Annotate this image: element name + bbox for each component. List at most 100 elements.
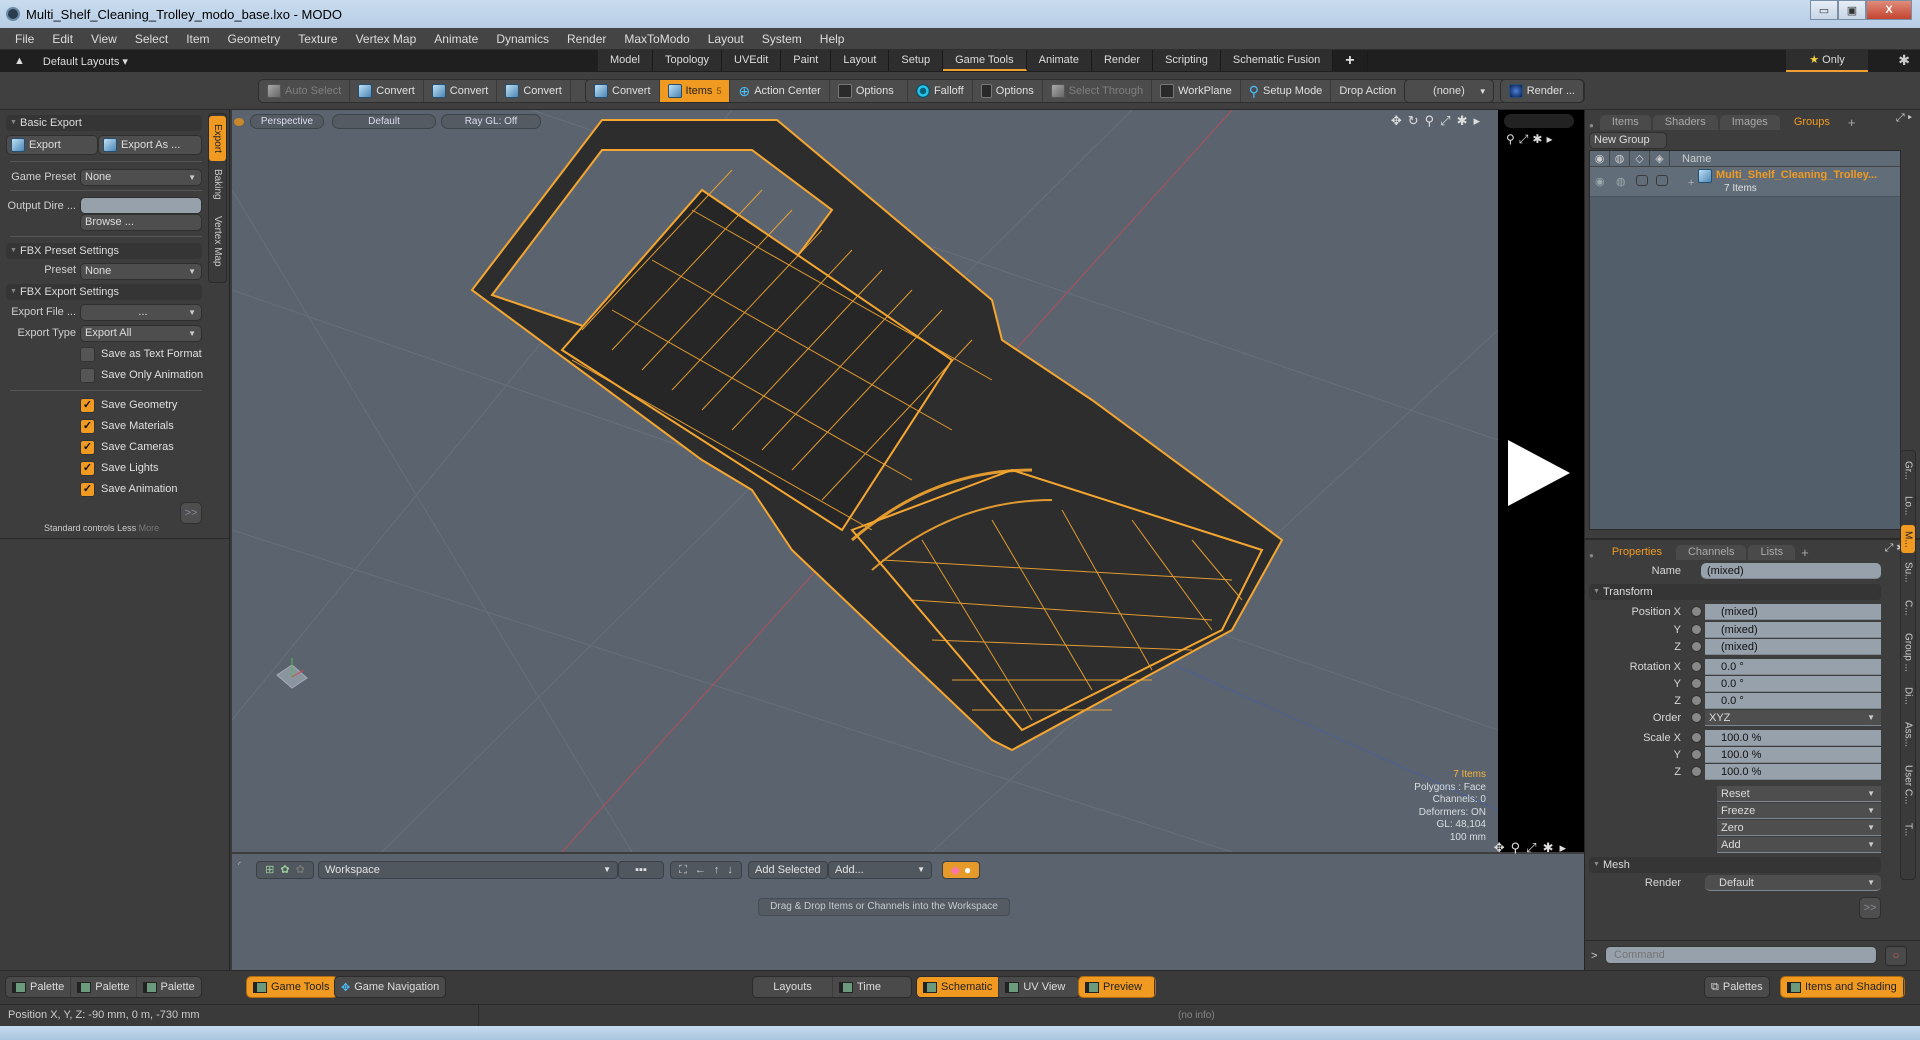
keyframe-dot-icon[interactable] — [1691, 641, 1702, 652]
row-visibility-icon[interactable]: ◉ — [1595, 175, 1605, 188]
browse-button[interactable]: Browse ... — [80, 214, 202, 231]
group-row[interactable]: ◉ ◍ + Multi_Shelf_Cleaning_Trolley... 7 … — [1590, 167, 1900, 197]
name-input[interactable]: (mixed) — [1701, 563, 1881, 579]
layout-up-arrow-icon[interactable]: ▲ — [14, 55, 25, 68]
mesh-section[interactable]: Mesh — [1589, 857, 1881, 873]
tab-uvedit[interactable]: UVEdit — [722, 50, 782, 71]
minimize-button[interactable]: ▭ — [1810, 0, 1838, 20]
add-tab-button[interactable]: + — [1333, 50, 1368, 71]
arrow-left-icon[interactable]: ← — [695, 862, 706, 878]
game-preset-dropdown[interactable]: None ▼ — [80, 169, 202, 186]
setup-mode-button[interactable]: ⚲ Setup Mode — [1241, 80, 1332, 102]
arrow-up-icon[interactable]: ↑ — [714, 862, 720, 878]
menu-system[interactable]: System — [753, 32, 811, 46]
row-select-toggle[interactable] — [1656, 175, 1668, 186]
only-button[interactable]: ★ Only — [1786, 50, 1868, 72]
keyframe-dot-icon[interactable] — [1691, 732, 1702, 743]
action-center-options-button[interactable]: Options — [830, 80, 908, 102]
items-and-shading-button[interactable]: Items and Shading — [1781, 977, 1904, 997]
row-lock-toggle[interactable] — [1636, 175, 1648, 186]
layouts-button[interactable]: Layouts — [753, 977, 833, 997]
basic-export-header[interactable]: Basic Export — [6, 115, 202, 131]
save-materials-checkbox[interactable]: ✓ — [80, 419, 95, 434]
menu-layout[interactable]: Layout — [699, 32, 753, 46]
vtab-group[interactable]: Gr... — [1901, 453, 1915, 487]
tab-channels[interactable]: Channels — [1675, 545, 1747, 560]
record-macro-icon[interactable]: ○ — [1885, 946, 1907, 966]
tab-schematic-fusion[interactable]: Schematic Fusion — [1220, 50, 1334, 71]
workspace-options-icon[interactable]: ◜ — [238, 860, 241, 869]
preview-controls[interactable] — [1504, 114, 1574, 128]
keyframe-dot-icon[interactable] — [1691, 606, 1702, 617]
shading-mode-button[interactable]: Default — [332, 114, 436, 129]
select-icon[interactable]: ◈ — [1650, 151, 1670, 166]
lock-icon[interactable]: ◇ — [1630, 151, 1650, 166]
maximize-view-icon[interactable]: ⤢ — [1440, 113, 1450, 129]
scale-x-field[interactable]: 100.0 % — [1691, 730, 1881, 746]
play-icon[interactable] — [1508, 440, 1570, 506]
preview-settings-icon[interactable]: ✱ — [1532, 132, 1542, 147]
workspace-zoom-icon[interactable]: ⚲ — [1511, 840, 1521, 856]
palette-button-3[interactable]: Palette — [137, 977, 201, 997]
less-link[interactable]: Less — [117, 523, 136, 533]
position-z-field[interactable]: (mixed) — [1691, 639, 1881, 655]
menu-texture[interactable]: Texture — [289, 32, 346, 46]
view-type-button[interactable]: Perspective — [250, 114, 324, 129]
panel-options-icon[interactable]: ● — [1589, 121, 1594, 130]
add-node-dropdown[interactable]: Add... ▼ — [828, 861, 932, 879]
maximize-button[interactable]: ▣ — [1838, 0, 1866, 20]
row-render-icon[interactable]: ◍ — [1616, 175, 1626, 188]
menu-help[interactable]: Help — [811, 32, 854, 46]
move-view-icon[interactable]: ✥ — [1391, 113, 1402, 129]
vtab-t[interactable]: T... — [1901, 815, 1915, 845]
render-button[interactable]: Render ... — [1499, 80, 1584, 102]
save-only-animation-checkbox[interactable] — [80, 368, 95, 383]
keyframe-dot-icon[interactable] — [1691, 766, 1702, 777]
group-name[interactable]: Multi_Shelf_Cleaning_Trolley... — [1716, 169, 1877, 181]
workspace-maximize-icon[interactable]: ⤢ — [1526, 840, 1536, 856]
export-file-dropdown[interactable]: ... ▼ — [80, 304, 202, 321]
rotation-x-field[interactable]: 0.0 ° — [1691, 659, 1881, 675]
save-animation-checkbox[interactable]: ✓ — [80, 482, 95, 497]
rotation-y-field[interactable]: 0.0 ° — [1691, 676, 1881, 692]
fbx-preset-settings-header[interactable]: FBX Preset Settings — [6, 243, 202, 259]
vtab-display[interactable]: Di... — [1901, 679, 1915, 713]
position-y-field[interactable]: (mixed) — [1691, 622, 1881, 638]
drop-action-dropdown[interactable]: (none) ▼ — [1404, 80, 1494, 102]
panel-options-icon[interactable]: ● — [1589, 551, 1594, 560]
3d-viewport[interactable]: Perspective Default Ray GL: Off ✥ ↻ ⚲ ⤢ … — [232, 110, 1498, 852]
tab-game-tools[interactable]: Game Tools — [943, 50, 1027, 71]
workplane-button[interactable]: WorkPlane — [1152, 80, 1241, 102]
workspace-move-icon[interactable]: ✥ — [1494, 840, 1505, 856]
keyframe-dot-icon[interactable] — [1691, 661, 1702, 672]
add-tab-icon[interactable]: + — [1801, 545, 1809, 560]
scale-y-field[interactable]: 100.0 % — [1691, 747, 1881, 763]
vtab-mesh[interactable]: M... — [1901, 525, 1915, 553]
properties-more-button[interactable]: >> — [1859, 897, 1881, 919]
freeze-dropdown[interactable]: Freeze ▼ — [1717, 803, 1881, 819]
select-through-button[interactable]: Select Through — [1043, 80, 1153, 102]
close-button[interactable]: X — [1866, 0, 1912, 20]
palette-button-1[interactable]: Palette — [6, 977, 72, 997]
convert-edges-button[interactable]: Convert — [424, 80, 498, 102]
save-cameras-checkbox[interactable]: ✓ — [80, 440, 95, 455]
fbx-export-settings-header[interactable]: FBX Export Settings — [6, 284, 202, 300]
viewport-options-dot-icon[interactable] — [234, 118, 244, 126]
default-layouts-dropdown[interactable]: Default Layouts ▾ — [43, 55, 128, 68]
menu-maxtomodo[interactable]: MaxToModo — [615, 32, 698, 46]
keyframe-dot-icon[interactable] — [1691, 624, 1702, 635]
tab-model[interactable]: Model — [598, 50, 653, 71]
visibility-icon[interactable]: ◉ — [1590, 151, 1610, 166]
menu-edit[interactable]: Edit — [43, 32, 82, 46]
keyframe-dot-icon[interactable] — [1691, 695, 1702, 706]
tab-vertex-map[interactable]: Vertex Map — [209, 209, 226, 274]
menu-select[interactable]: Select — [126, 32, 177, 46]
reset-dropdown[interactable]: Reset ▼ — [1717, 786, 1881, 802]
scale-z-field[interactable]: 100.0 % — [1691, 764, 1881, 780]
add-tab-icon[interactable]: + — [1848, 115, 1856, 130]
menu-vertex-map[interactable]: Vertex Map — [347, 32, 426, 46]
vtab-surface[interactable]: Su... — [1901, 555, 1915, 589]
palette-button-2[interactable]: Palette — [71, 977, 137, 997]
add-gear-disabled-icon[interactable]: ✿ — [296, 862, 305, 878]
tab-baking[interactable]: Baking — [209, 164, 226, 204]
